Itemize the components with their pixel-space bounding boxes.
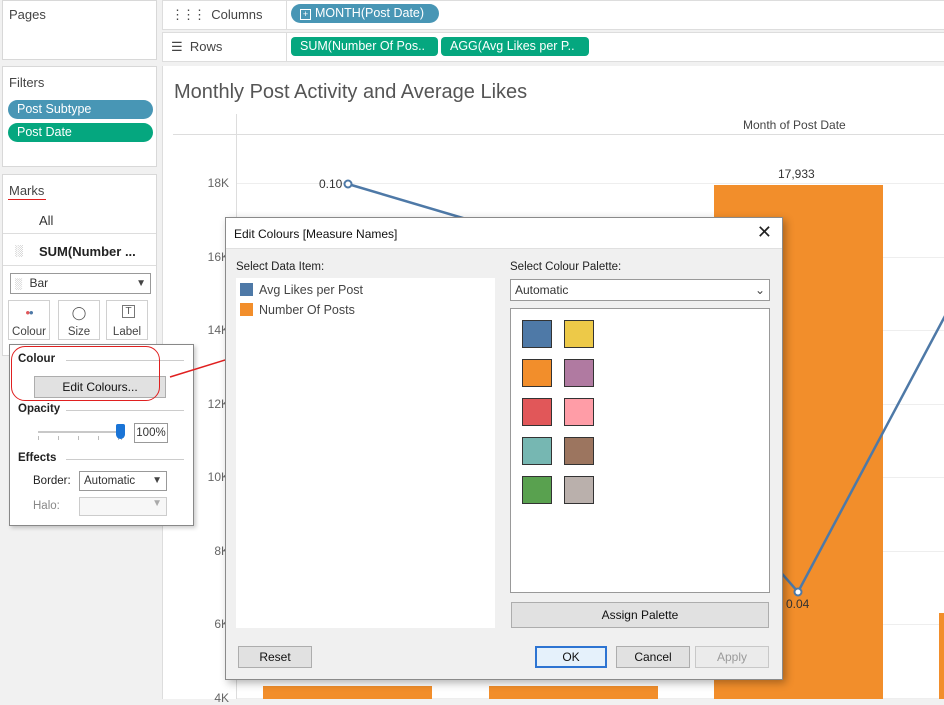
columns-shelf-label: ⋮⋮⋮ Columns [171, 7, 263, 23]
chevron-down-icon: ⌄ [754, 283, 765, 297]
mark-type-select[interactable]: ░ Bar ▼ [10, 273, 151, 294]
line-point[interactable] [343, 179, 353, 189]
colour-dots-icon: •• [25, 305, 33, 320]
dialog-title: Edit Colours [Measure Names] [234, 227, 398, 241]
opacity-slider-ticks [38, 436, 122, 440]
opacity-slider-thumb[interactable] [116, 424, 125, 439]
halo-label: Halo: [33, 500, 60, 512]
filters-title: Filters [9, 75, 45, 90]
data-item-list[interactable]: Avg Likes per Post Number Of Posts [236, 278, 495, 628]
expand-icon: + [300, 9, 311, 20]
data-item-swatch [240, 283, 253, 296]
border-value: Automatic [84, 475, 136, 487]
colour-mark-button[interactable]: •• Colour [8, 300, 50, 340]
filter-pill-post-date[interactable]: Post Date [8, 123, 153, 142]
chevron-down-icon: ▼ [152, 498, 162, 509]
rows-icon: ☰ [171, 39, 183, 54]
select-data-item-label: Select Data Item: [236, 261, 325, 273]
palette-swatch[interactable] [522, 476, 552, 504]
marks-title: Marks [9, 183, 45, 198]
filter-pill-post-subtype[interactable]: Post Subtype [8, 100, 153, 119]
rows-shelf-label: ☰ Rows [171, 39, 222, 55]
palette-swatch[interactable] [522, 398, 552, 426]
annotation-circle [11, 346, 160, 401]
rows-pill-agg-likes[interactable]: AGG(Avg Likes per P.. [441, 37, 589, 56]
rows-shelf: ☰ Rows SUM(Number Of Pos.. AGG(Avg Likes… [162, 32, 944, 62]
marks-all[interactable]: All [39, 213, 53, 228]
palette-swatch[interactable] [522, 359, 552, 387]
label-mark-label: Label [112, 326, 142, 338]
line-point[interactable] [793, 587, 803, 597]
mark-type-value: Bar [29, 276, 49, 290]
close-icon[interactable]: ✕ [757, 222, 772, 243]
marks-title-underline [8, 199, 46, 200]
edit-colours-dialog: Edit Colours [Measure Names] ✕ Select Da… [225, 217, 783, 680]
palette-grid [510, 308, 770, 593]
palette-swatch[interactable] [564, 359, 594, 387]
size-mark-label: Size [67, 326, 91, 338]
marks-divider [3, 233, 156, 234]
rows-label-text: Rows [189, 39, 223, 54]
assign-palette-button[interactable]: Assign Palette [511, 602, 769, 628]
label-icon: T [122, 305, 135, 318]
pages-title: Pages [9, 7, 46, 22]
halo-select: ▼ [79, 497, 167, 516]
columns-shelf: ⋮⋮⋮ Columns + MONTH(Post Date) [162, 0, 944, 30]
bar-data-label: 17,933 [778, 167, 815, 182]
ok-button[interactable]: OK [535, 646, 607, 668]
bar-mark-icon: ░ [15, 279, 23, 290]
cancel-button[interactable]: Cancel [616, 646, 690, 668]
dialog-titlebar: Edit Colours [Measure Names] ✕ [226, 218, 782, 249]
line-data-label: 0.10 [319, 177, 343, 191]
palette-swatch[interactable] [564, 437, 594, 465]
filters-card: Filters Post Subtype Post Date [2, 66, 157, 167]
rows-shelf-divider [286, 33, 287, 61]
palette-swatch[interactable] [564, 398, 594, 426]
palette-select[interactable]: Automatic ⌄ [510, 279, 770, 301]
opacity-value-box[interactable]: 100% [134, 423, 168, 443]
colour-mark-label: Colour [12, 326, 46, 338]
columns-label-text: Columns [211, 7, 263, 22]
opacity-value: 100% [136, 427, 166, 439]
data-item-row[interactable]: Avg Likes per Post [239, 281, 489, 299]
chevron-down-icon: ▼ [136, 278, 146, 289]
columns-icon: ⋮⋮⋮ [171, 7, 206, 22]
effects-section-title: Effects [18, 452, 57, 464]
marks-divider-2 [3, 265, 156, 266]
effects-section-line [66, 459, 184, 460]
size-mark-button[interactable]: ◯ Size [58, 300, 100, 340]
apply-button: Apply [695, 646, 769, 668]
label-mark-button[interactable]: T Label [106, 300, 148, 340]
data-item-swatch [240, 303, 253, 316]
opacity-slider-track[interactable] [38, 431, 120, 433]
pages-card: Pages [2, 0, 157, 60]
select-palette-label: Select Colour Palette: [510, 261, 622, 273]
data-item-label: Number Of Posts [259, 303, 355, 317]
columns-pill-month[interactable]: + MONTH(Post Date) [291, 4, 439, 23]
palette-value: Automatic [515, 283, 569, 297]
columns-shelf-divider [286, 1, 287, 29]
opacity-section-title: Opacity [18, 403, 61, 415]
opacity-section-line [66, 410, 184, 411]
data-item-label: Avg Likes per Post [259, 283, 363, 297]
palette-swatch[interactable] [564, 320, 594, 348]
marks-measure-tab[interactable]: SUM(Number ... [39, 244, 136, 259]
size-icon: ◯ [71, 305, 87, 320]
palette-swatch[interactable] [522, 320, 552, 348]
reset-button[interactable]: Reset [238, 646, 312, 668]
palette-swatch[interactable] [522, 437, 552, 465]
border-select[interactable]: Automatic ▼ [79, 471, 167, 491]
line-data-label: 0.04 [786, 597, 810, 611]
columns-pill-label: MONTH(Post Date) [315, 6, 425, 20]
data-item-row[interactable]: Number Of Posts [239, 301, 489, 319]
rows-pill-sum-posts[interactable]: SUM(Number Of Pos.. [291, 37, 438, 56]
palette-swatch[interactable] [564, 476, 594, 504]
border-label: Border: [33, 475, 71, 487]
bar-chart-icon: ░ [15, 245, 23, 257]
chevron-down-icon: ▼ [152, 475, 162, 486]
